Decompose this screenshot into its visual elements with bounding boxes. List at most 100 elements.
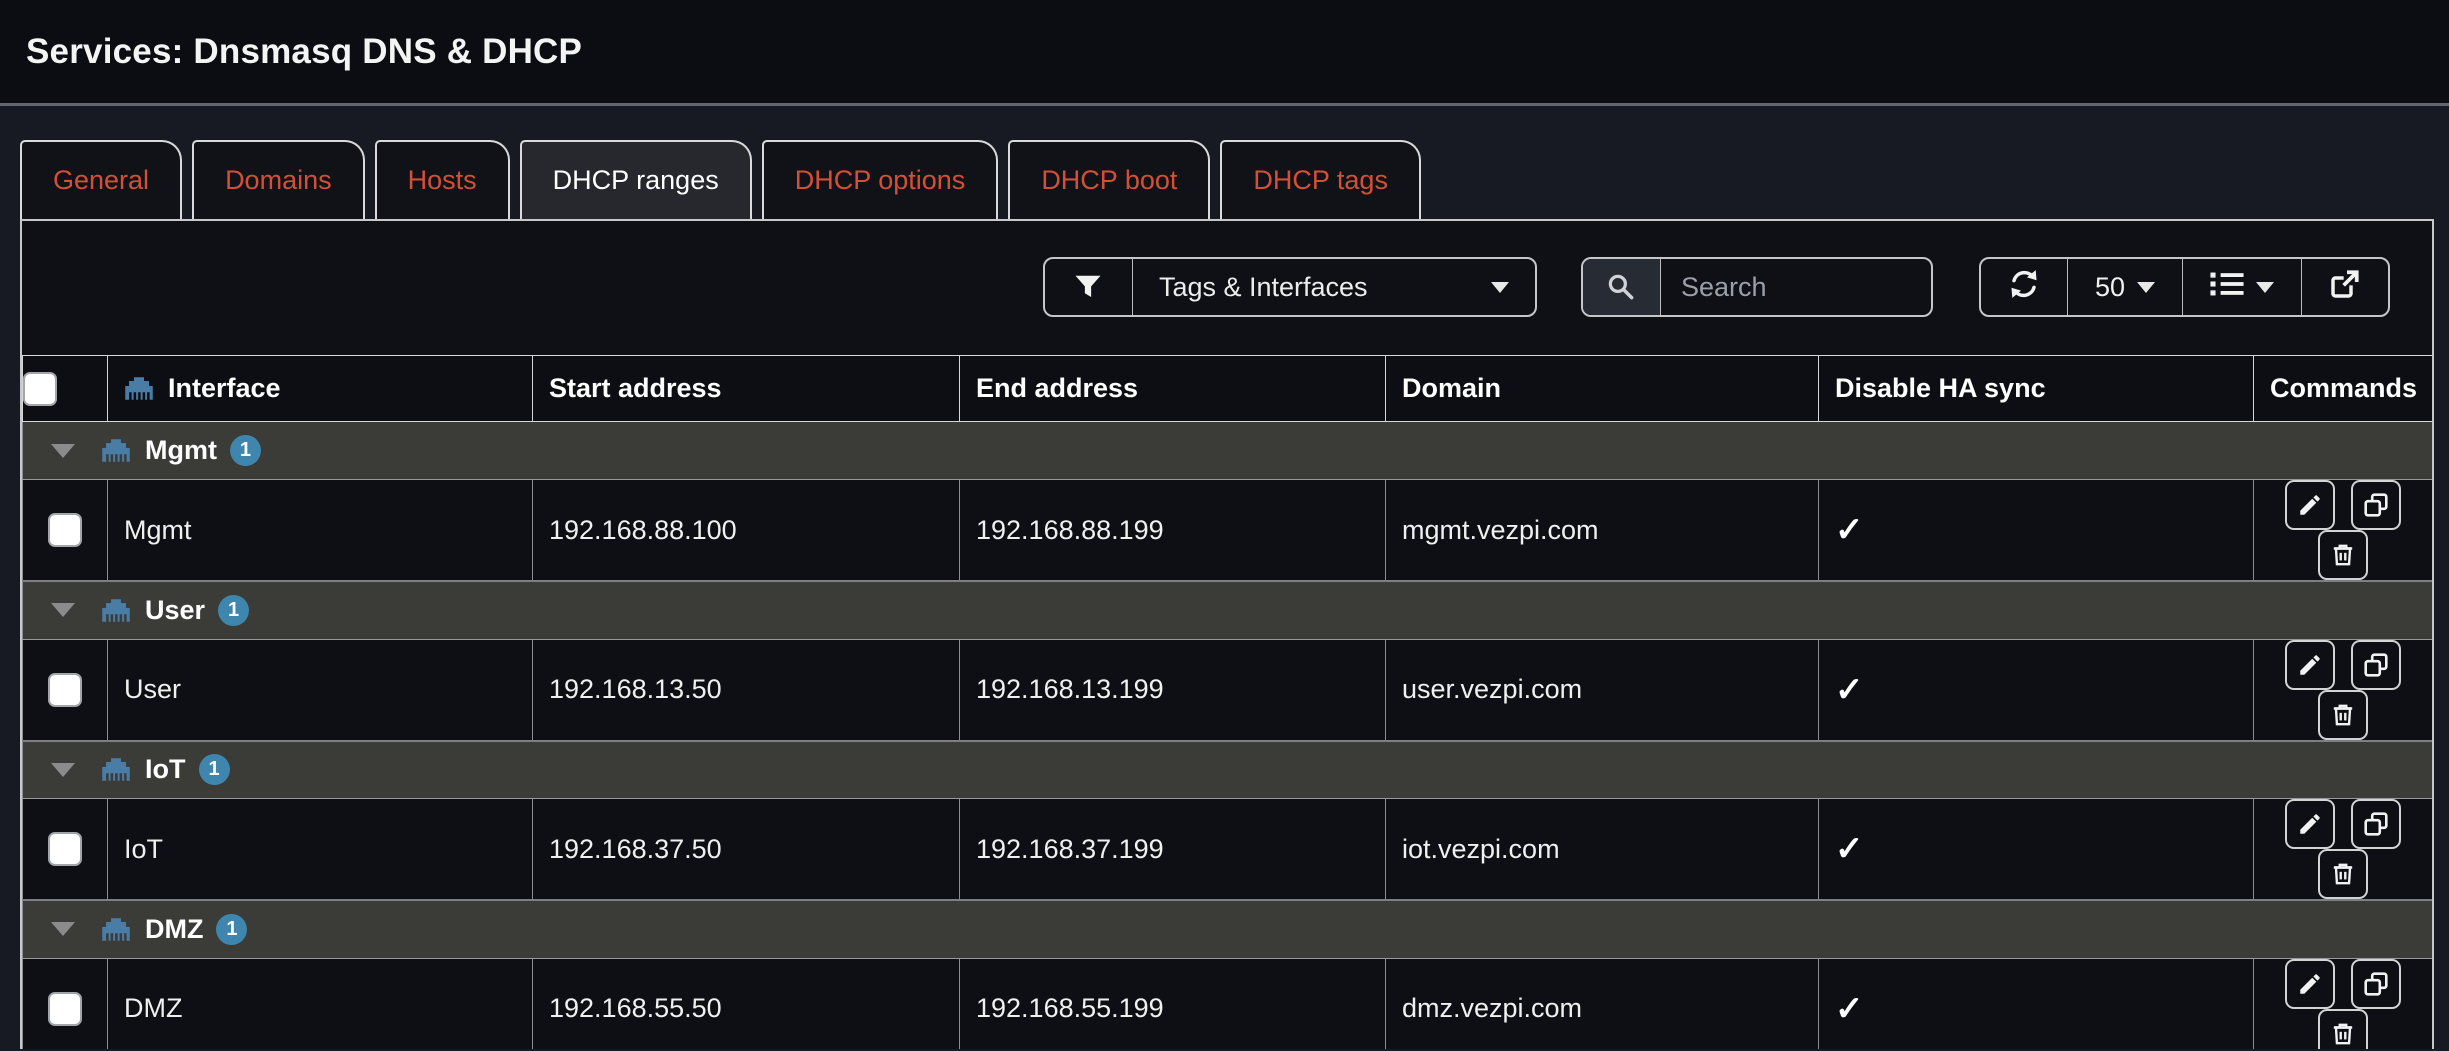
group-row-dmz: DMZ 1 [23,900,2433,958]
tab-dhcp-ranges[interactable]: DHCP ranges [520,140,752,219]
collapse-group-icon[interactable] [51,763,75,777]
edit-button[interactable] [2285,959,2335,1009]
trash-icon [2330,702,2356,728]
column-header-disable-ha-sync[interactable]: Disable HA sync [1819,356,2254,422]
filter-selected-value[interactable]: Tags & Interfaces [1133,259,1535,315]
table-row: Mgmt 192.168.88.100 192.168.88.199 mgmt.… [23,480,2433,582]
tab-domains[interactable]: Domains [192,140,365,219]
pencil-icon [2297,971,2323,997]
copy-button[interactable] [2351,480,2401,530]
funnel-icon [1045,259,1133,315]
list-icon [2210,270,2244,305]
delete-button[interactable] [2318,690,2368,740]
copy-icon [2363,811,2389,837]
table-row: DMZ 192.168.55.50 192.168.55.199 dmz.vez… [23,958,2433,1049]
table-row: IoT 192.168.37.50 192.168.37.199 iot.vez… [23,799,2433,901]
cell-interface: IoT [108,799,533,901]
group-row-user: User 1 [23,581,2433,639]
group-count-badge: 1 [230,435,261,466]
cell-commands [2254,639,2433,741]
copy-button[interactable] [2351,640,2401,690]
cell-interface: User [108,639,533,741]
row-checkbox[interactable] [48,673,82,707]
collapse-group-icon[interactable] [51,922,75,936]
checkmark-icon: ✓ [1835,990,1864,1028]
page-size-dropdown[interactable]: 50 [2068,259,2183,315]
cell-start-address: 192.168.13.50 [533,639,960,741]
cell-commands [2254,958,2433,1049]
trash-icon [2330,861,2356,887]
cell-start-address: 192.168.55.50 [533,958,960,1049]
cell-domain: iot.vezpi.com [1386,799,1819,901]
ethernet-icon [124,376,154,401]
group-name: IoT [145,754,186,785]
tab-content-panel: Tags & Interfaces [20,219,2434,1049]
group-row-mgmt: Mgmt 1 [23,422,2433,480]
edit-button[interactable] [2285,480,2335,530]
column-header-interface[interactable]: Interface [108,356,533,422]
copy-icon [2363,971,2389,997]
cell-interface: DMZ [108,958,533,1049]
cell-disable-ha-sync: ✓ [1819,480,2254,582]
cell-end-address: 192.168.13.199 [960,639,1386,741]
copy-icon [2363,652,2389,678]
checkmark-icon: ✓ [1835,511,1864,549]
cell-domain: mgmt.vezpi.com [1386,480,1819,582]
cell-disable-ha-sync: ✓ [1819,639,2254,741]
group-name: Mgmt [145,435,217,466]
row-checkbox[interactable] [48,992,82,1026]
column-header-domain[interactable]: Domain [1386,356,1819,422]
search-box [1581,257,1933,317]
grid-actions-group: 50 [1979,257,2390,317]
group-count-badge: 1 [199,754,230,785]
page-header: Services: Dnsmasq DNS & DHCP [0,0,2449,106]
collapse-group-icon[interactable] [51,444,75,458]
row-checkbox[interactable] [48,513,82,547]
tab-dhcp-boot[interactable]: DHCP boot [1008,140,1210,219]
cell-disable-ha-sync: ✓ [1819,799,2254,901]
checkmark-icon: ✓ [1835,830,1864,868]
collapse-group-icon[interactable] [51,603,75,617]
tab-dhcp-tags[interactable]: DHCP tags [1220,140,1421,219]
delete-button[interactable] [2318,849,2368,899]
row-checkbox[interactable] [48,832,82,866]
chevron-down-icon [2137,282,2155,293]
magnifier-icon[interactable] [1583,259,1661,315]
copy-button[interactable] [2351,799,2401,849]
column-selector-dropdown[interactable] [2183,259,2302,315]
delete-button[interactable] [2318,1009,2368,1050]
edit-button[interactable] [2285,640,2335,690]
column-header-start-address[interactable]: Start address [533,356,960,422]
page-title: Services: Dnsmasq DNS & DHCP [26,32,582,72]
export-button[interactable] [2302,259,2388,315]
tab-hosts[interactable]: Hosts [375,140,510,219]
ethernet-icon [101,598,131,623]
copy-button[interactable] [2351,959,2401,1009]
refresh-icon [2008,268,2040,307]
filter-dropdown[interactable]: Tags & Interfaces [1043,257,1537,317]
cell-disable-ha-sync: ✓ [1819,958,2254,1049]
column-header-end-address[interactable]: End address [960,356,1386,422]
group-count-badge: 1 [216,914,247,945]
column-header-commands: Commands [2254,356,2433,422]
cell-end-address: 192.168.55.199 [960,958,1386,1049]
cell-domain: user.vezpi.com [1386,639,1819,741]
ethernet-icon [101,757,131,782]
chevron-down-icon [1491,282,1509,293]
cell-end-address: 192.168.37.199 [960,799,1386,901]
ethernet-icon [101,438,131,463]
refresh-button[interactable] [1981,259,2068,315]
ethernet-icon [101,917,131,942]
tab-dhcp-options[interactable]: DHCP options [762,140,999,219]
pencil-icon [2297,492,2323,518]
trash-icon [2330,1021,2356,1047]
share-icon [2329,268,2361,307]
search-input[interactable] [1661,259,1931,315]
pencil-icon [2297,652,2323,678]
tab-general[interactable]: General [20,140,182,219]
select-all-checkbox[interactable] [23,372,57,406]
table-row: User 192.168.13.50 192.168.13.199 user.v… [23,639,2433,741]
edit-button[interactable] [2285,799,2335,849]
delete-button[interactable] [2318,530,2368,580]
copy-icon [2363,492,2389,518]
